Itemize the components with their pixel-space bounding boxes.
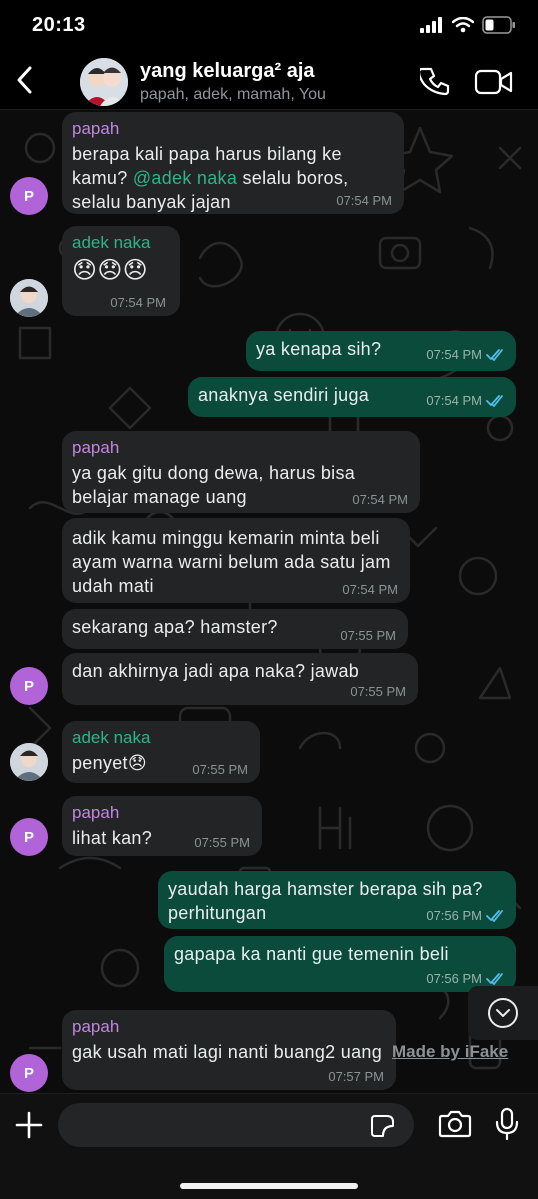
microphone-icon [495,1107,519,1141]
status-bar: 20:13 [0,0,538,50]
message-bubble[interactable]: dan akhirnya jadi apa naka? jawab 07:55 … [62,653,418,705]
sticker-icon [371,1115,394,1137]
chevron-down-circle-icon [488,998,518,1028]
message-bubble[interactable]: adek naka 😞😞😞 07:54 PM [62,226,180,316]
read-receipt-icon [486,395,503,407]
camera-icon [438,1110,472,1138]
sender-avatar-papah[interactable]: P [10,177,48,215]
message-input[interactable] [58,1103,414,1147]
sender-avatar-papah[interactable]: P [10,667,48,705]
read-receipt-icon [486,349,503,361]
message-bubble[interactable]: adik kamu minggu kemarin minta beli ayam… [62,518,410,603]
sender-avatar-adek[interactable] [10,279,48,317]
sender-name: papah [72,438,120,457]
plus-icon [15,1111,43,1139]
message-bubble[interactable]: anaknya sendiri juga 07:54 PM [188,377,516,417]
attach-button[interactable] [12,1108,46,1142]
group-photo [80,58,128,106]
avatar-initial: P [23,828,34,846]
watermark-link[interactable]: Made by iFake [392,1042,508,1062]
message-bubble[interactable]: ya kenapa sih? 07:54 PM [246,331,516,371]
message-time: 07:55 PM [350,684,406,699]
message-time: 07:54 PM [426,347,482,362]
cellular-signal-icon [420,17,442,33]
message-time: 07:54 PM [426,393,482,408]
message-bubble[interactable]: papah gak usah mati lagi nanti buang2 ua… [62,1010,396,1090]
message-bubble[interactable]: papah ya gak gitu dong dewa, harus bisa … [62,431,420,513]
message-time: 07:55 PM [194,835,250,850]
message-time: 07:54 PM [110,295,166,310]
mention-link[interactable]: @adek naka [133,168,237,188]
sender-name: adek naka [72,233,151,252]
message-bubble[interactable]: papah berapa kali papa harus bilang ke k… [62,112,404,214]
voice-message-button[interactable] [494,1106,520,1142]
sender-name: adek naka [72,728,151,747]
clock: 20:13 [32,14,86,36]
group-members[interactable]: papah, adek, mamah, You [140,86,326,104]
sender-avatar-papah[interactable]: P [10,1054,48,1092]
wifi-icon [452,17,474,33]
camera-button[interactable] [438,1108,472,1140]
message-text: gak usah mati lagi nanti buang2 uang [72,1042,383,1062]
battery-icon [482,16,515,34]
message-text: 😞😞😞 [72,257,148,284]
home-indicator [180,1183,358,1189]
avatar-initial: P [23,187,34,205]
read-receipt-icon [486,973,503,985]
status-icons [420,14,516,36]
message-bubble[interactable]: yaudah harga hamster berapa sih pa? perh… [158,871,516,929]
sender-name: papah [72,1017,120,1036]
video-call-button[interactable] [474,68,514,96]
message-time: 07:57 PM [328,1069,384,1084]
back-button[interactable] [8,60,40,100]
message-bubble[interactable]: sekarang apa? hamster? 07:55 PM [62,609,408,649]
message-time: 07:54 PM [352,492,408,507]
group-avatar[interactable] [80,58,128,106]
read-receipt-icon [486,910,503,922]
phone-icon [417,67,450,96]
message-time: 07:55 PM [192,762,248,777]
profile-photo [10,279,48,317]
chevron-left-icon [17,66,32,94]
sender-name: papah [72,803,120,822]
sender-avatar-adek[interactable] [10,743,48,781]
sender-avatar-papah[interactable]: P [10,818,48,856]
message-time: 07:56 PM [426,971,482,986]
avatar-initial: P [23,677,34,695]
message-text: dan akhirnya jadi apa naka? jawab [72,661,360,681]
group-title[interactable]: yang keluarga² aja [140,60,315,83]
video-camera-icon [474,69,513,95]
avatar-initial: P [23,1064,34,1082]
message-bubble[interactable]: gapapa ka nanti gue temenin beli 07:56 P… [164,936,516,992]
message-text: gapapa ka nanti gue temenin beli [174,944,449,964]
voice-call-button[interactable] [417,66,452,96]
message-time: 07:54 PM [336,193,392,208]
message-time: 07:54 PM [342,582,398,597]
message-time: 07:55 PM [340,628,396,643]
chat-header: yang keluarga² aja papah, adek, mamah, Y… [0,50,538,110]
composer-bar [0,1093,538,1199]
sticker-button[interactable] [370,1113,396,1139]
sender-name: papah [72,119,120,138]
scroll-to-bottom-button[interactable] [468,986,538,1040]
profile-photo [10,743,48,781]
message-time: 07:56 PM [426,908,482,923]
message-bubble[interactable]: papah lihat kan? 07:55 PM [62,796,262,856]
message-bubble[interactable]: adek naka penyet😞 07:55 PM [62,721,260,783]
